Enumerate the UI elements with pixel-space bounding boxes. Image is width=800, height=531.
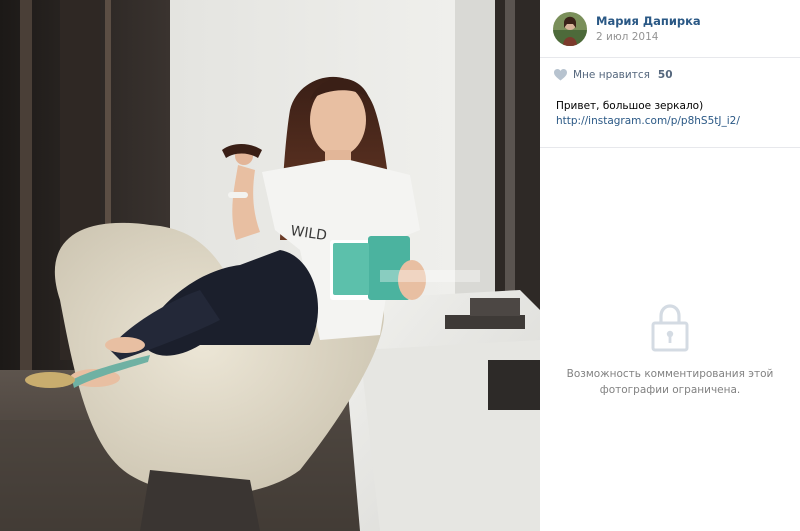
photo-viewer: WILD Мария Дапирка 2 июл 2014 Мне нравит… bbox=[0, 0, 800, 531]
heart-icon bbox=[554, 69, 567, 81]
post-date[interactable]: 2 июл 2014 bbox=[596, 31, 701, 44]
post-text: Привет, большое зеркало) bbox=[556, 100, 704, 112]
header-divider bbox=[540, 57, 800, 58]
author-name-link[interactable]: Мария Дапирка bbox=[596, 14, 701, 28]
caption-divider bbox=[540, 147, 800, 148]
post-sidebar: Мария Дапирка 2 июл 2014 Мне нравится 50… bbox=[540, 0, 800, 531]
photo-image: WILD bbox=[0, 0, 540, 531]
photo[interactable]: WILD bbox=[0, 0, 540, 531]
avatar-image bbox=[553, 12, 587, 46]
author-meta: Мария Дапирка 2 июл 2014 bbox=[596, 14, 701, 45]
lock-icon bbox=[651, 304, 689, 352]
author-block: Мария Дапирка 2 июл 2014 bbox=[553, 12, 701, 46]
avatar[interactable] bbox=[553, 12, 587, 46]
instagram-link[interactable]: http://instagram.com/p/p8hS5tJ_i2/ bbox=[556, 114, 740, 129]
comments-closed-text: Возможность комментирования этой фотогра… bbox=[566, 368, 774, 396]
post-caption: Привет, большое зеркало) http://instagra… bbox=[556, 99, 740, 129]
likes-label: Мне нравится bbox=[573, 69, 650, 81]
likes-count[interactable]: 50 bbox=[658, 69, 673, 81]
like-button[interactable]: Мне нравится 50 bbox=[554, 69, 673, 81]
comments-closed-notice: Возможность комментирования этой фотогра… bbox=[540, 302, 800, 398]
